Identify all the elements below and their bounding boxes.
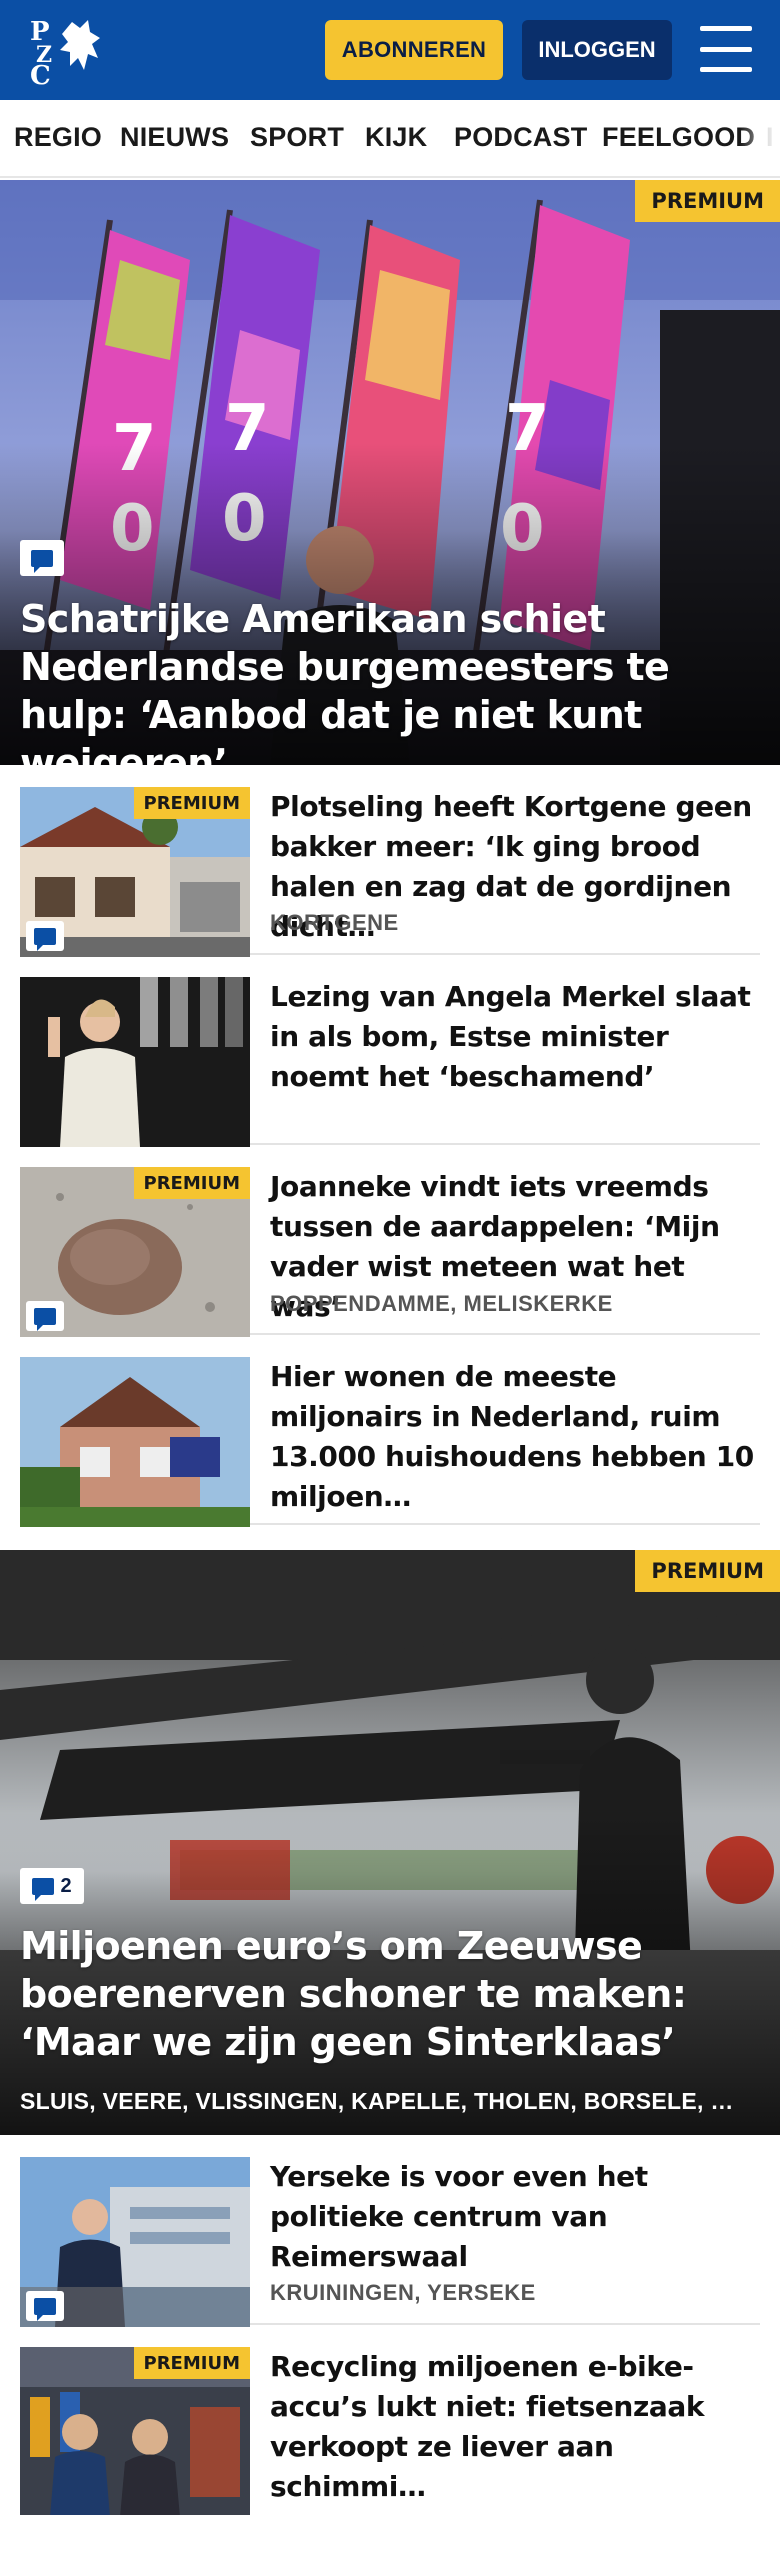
login-button[interactable]: INLOGGEN xyxy=(522,20,672,80)
nav-item-sport[interactable]: SPORT xyxy=(250,122,344,153)
hamburger-menu-icon[interactable] xyxy=(700,26,752,72)
hero-title[interactable]: Miljoenen euro’s om Zeeuwse boerenerven … xyxy=(20,1922,756,2066)
article-thumbnail[interactable]: PREMIUM xyxy=(20,1167,250,1337)
nav-item-feelgood[interactable]: FEELGOOD xyxy=(602,122,755,153)
hero-article-1[interactable]: 7 0 7 0 7 0 PREMIUM Schatrijke Amerikaan… xyxy=(0,180,780,765)
article-location: KORTGENE xyxy=(270,910,399,935)
list-item[interactable]: PREMIUM Joanneke vindt iets vreemds tuss… xyxy=(20,1145,760,1337)
premium-badge: PREMIUM xyxy=(133,787,250,819)
article-thumbnail[interactable]: PREMIUM xyxy=(20,2347,250,2515)
svg-text:C: C xyxy=(30,61,51,86)
section-nav: REGIO NIEUWS SPORT KIJK PODCAST FEELGOOD… xyxy=(0,100,780,178)
list-item[interactable]: Lezing van Angela Merkel slaat in als bo… xyxy=(20,955,760,1147)
article-title[interactable]: Hier wonen de meeste miljonairs in Neder… xyxy=(270,1357,760,1517)
nav-item-regio[interactable]: REGIO xyxy=(14,122,102,153)
list-item[interactable]: Yerseke is voor even het politieke centr… xyxy=(20,2135,760,2327)
comment-icon[interactable] xyxy=(26,921,64,951)
comment-icon[interactable] xyxy=(26,2291,64,2321)
premium-badge: PREMIUM xyxy=(635,1550,780,1592)
article-location: KRUININGEN, YERSEKE xyxy=(270,2280,536,2305)
article-thumbnail[interactable] xyxy=(20,2157,250,2327)
article-thumbnail[interactable] xyxy=(20,977,250,1147)
comment-icon[interactable] xyxy=(26,1301,64,1331)
hero-locations: SLUIS, VEERE, VLISSINGEN, KAPELLE, THOLE… xyxy=(20,2088,734,2114)
list-item[interactable]: Hier wonen de meeste miljonairs in Neder… xyxy=(20,1335,760,1527)
article-title[interactable]: Recycling miljoenen e-bike-accu’s lukt n… xyxy=(270,2347,760,2507)
hero-title[interactable]: Schatrijke Amerikaan schiet Nederlandse … xyxy=(20,595,756,765)
premium-badge: PREMIUM xyxy=(133,1167,250,1199)
hero-article-2[interactable]: PREMIUM 2 Miljoenen euro’s om Zeeuwse bo… xyxy=(0,1550,780,2135)
article-title[interactable]: Lezing van Angela Merkel slaat in als bo… xyxy=(270,977,760,1097)
site-header: P Z C ABONNEREN INLOGGEN xyxy=(0,0,780,100)
comment-icon[interactable] xyxy=(20,540,64,576)
list-item[interactable]: PREMIUM Recycling miljoenen e-bike-accu’… xyxy=(20,2325,760,2515)
pzc-logo[interactable]: P Z C xyxy=(28,14,108,91)
nav-scroll-fade xyxy=(740,100,780,176)
nav-item-kijk[interactable]: KIJK xyxy=(365,122,427,153)
article-thumbnail[interactable] xyxy=(20,1357,250,1527)
article-title[interactable]: Yerseke is voor even het politieke centr… xyxy=(270,2157,760,2277)
article-thumbnail[interactable]: PREMIUM xyxy=(20,787,250,957)
premium-badge: PREMIUM xyxy=(133,2347,250,2379)
list-item[interactable]: PREMIUM Plotseling heeft Kortgene geen b… xyxy=(20,765,760,957)
premium-badge: PREMIUM xyxy=(635,180,780,222)
subscribe-button[interactable]: ABONNEREN xyxy=(325,20,503,80)
comment-count: 2 xyxy=(60,1874,72,1897)
comment-icon[interactable]: 2 xyxy=(20,1868,84,1904)
nav-item-podcast[interactable]: PODCAST xyxy=(454,122,587,153)
article-location: POPPENDAMME, MELISKERKE xyxy=(270,1291,613,1316)
nav-item-nieuws[interactable]: NIEUWS xyxy=(120,122,229,153)
